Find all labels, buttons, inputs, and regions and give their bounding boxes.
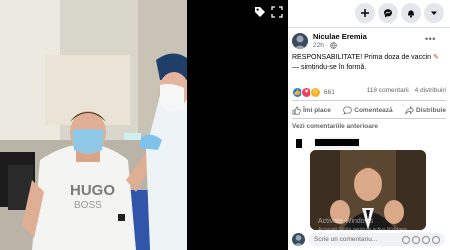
post-text: RESPONSABILITATE! Prima doza de vaccin ✎… bbox=[292, 53, 442, 73]
shares-count[interactable]: 4 distribuiri bbox=[415, 87, 446, 94]
bell-icon[interactable] bbox=[401, 3, 421, 23]
svg-text:BOSS: BOSS bbox=[74, 200, 102, 211]
reaction-count: 661 bbox=[324, 88, 335, 96]
haha-reaction-icon: ☺ bbox=[310, 86, 321, 98]
comment-label: Comentează bbox=[354, 106, 393, 114]
like-button[interactable]: Îmi place bbox=[292, 104, 331, 116]
camera-icon[interactable] bbox=[412, 235, 420, 244]
messenger-icon[interactable] bbox=[378, 3, 398, 23]
reactions-summary[interactable]: 👍 ♥ ☺ 661 bbox=[292, 86, 335, 98]
plus-icon[interactable] bbox=[355, 3, 375, 23]
share-icon bbox=[405, 105, 414, 114]
post-actions: Îmi place Comentează Distribuie bbox=[292, 104, 446, 116]
syringe-emoji-icon: ✎ bbox=[432, 54, 439, 61]
current-user-avatar bbox=[292, 233, 305, 246]
tag-icon[interactable] bbox=[253, 6, 267, 20]
share-label: Distribuie bbox=[416, 106, 446, 114]
comment-icon bbox=[343, 106, 352, 115]
comment-button[interactable]: Comentează bbox=[343, 104, 393, 116]
actions-top-divider bbox=[292, 100, 446, 101]
sticker-icon[interactable] bbox=[432, 235, 440, 244]
emoji-icon[interactable] bbox=[402, 235, 410, 244]
globe-icon bbox=[330, 42, 337, 49]
like-label: Îmi place bbox=[303, 106, 331, 114]
fullscreen-icon[interactable] bbox=[270, 6, 284, 20]
redacted-commenter-name bbox=[315, 139, 359, 146]
author-name[interactable]: Niculae Eremia bbox=[313, 32, 367, 41]
post-text-line1: RESPONSABILITATE! Prima doza de vaccin bbox=[292, 54, 432, 61]
post-text-line2: — simțindu-se în formă. bbox=[292, 64, 367, 71]
author-avatar[interactable] bbox=[292, 33, 308, 49]
chevron-down-icon[interactable] bbox=[424, 3, 444, 23]
top-bar bbox=[288, 0, 450, 28]
view-previous-comments-link[interactable]: Vezi comentariile anterioare bbox=[292, 123, 378, 130]
engagement-counts: 118 comentarii 4 distribuiri bbox=[363, 87, 446, 94]
post-time[interactable]: 22h bbox=[313, 42, 324, 49]
gif-icon[interactable] bbox=[422, 235, 430, 244]
post-panel: Niculae Eremia 22h · ••• RESPONSABILITAT… bbox=[288, 0, 450, 250]
composer-icons bbox=[402, 233, 440, 246]
dot-separator: · bbox=[325, 42, 329, 49]
comment-composer: Scrie un comentariu... bbox=[288, 230, 450, 250]
thumbs-up-icon bbox=[292, 106, 301, 115]
activate-windows-title: Activate Windows bbox=[318, 218, 374, 225]
post-photo[interactable]: HUGO BOSS bbox=[0, 0, 288, 250]
more-options-icon[interactable]: ••• bbox=[425, 34, 436, 44]
comment-placeholder: Scrie un comentariu... bbox=[314, 236, 378, 243]
svg-text:HUGO: HUGO bbox=[70, 182, 115, 199]
share-button[interactable]: Distribuie bbox=[405, 104, 446, 116]
vaccination-photo: HUGO BOSS bbox=[0, 0, 288, 250]
post-meta: 22h · bbox=[313, 42, 337, 49]
top-divider bbox=[288, 27, 450, 28]
comment-input[interactable]: Scrie un comentariu... bbox=[309, 233, 445, 246]
actions-bottom-divider bbox=[292, 118, 446, 119]
comments-count[interactable]: 118 comentarii bbox=[367, 87, 409, 94]
redacted-avatar bbox=[296, 139, 302, 148]
